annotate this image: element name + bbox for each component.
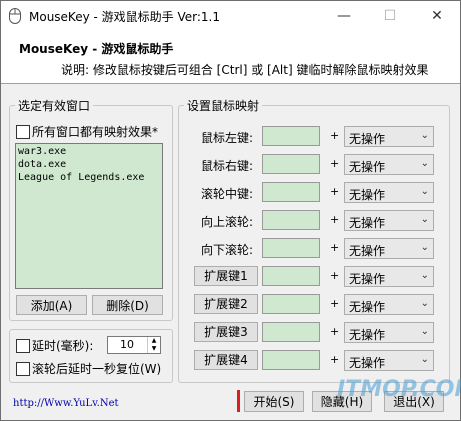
mapping-row-label: 向上滚轮: <box>200 215 254 229</box>
title-bar: MouseKey - 游戏鼠标助手 Ver:1.1 — ☐ ✕ <box>1 1 460 31</box>
plus-sign: + <box>330 213 340 226</box>
mapping-row-label: 向下滚轮: <box>200 243 254 257</box>
action-select[interactable]: 无操作 ⌄ <box>344 182 434 203</box>
plus-sign: + <box>330 325 340 338</box>
key-input-field[interactable] <box>262 182 320 202</box>
mapping-row-label: 鼠标左键: <box>200 131 254 145</box>
chevron-down-icon[interactable]: ⌄ <box>421 298 429 309</box>
key-input-field[interactable] <box>262 126 320 146</box>
action-select-value: 无操作 <box>349 216 386 230</box>
key-input-field[interactable] <box>262 266 320 286</box>
maximize-button[interactable]: ☐ <box>367 1 413 31</box>
plus-sign: + <box>330 241 340 254</box>
spin-down-icon[interactable]: ▼ <box>147 345 160 353</box>
plus-sign: + <box>330 157 340 170</box>
plus-sign: + <box>330 129 340 142</box>
action-select[interactable]: 无操作 ⌄ <box>344 350 434 371</box>
delay-label: 延时(毫秒): <box>32 339 94 353</box>
action-select[interactable]: 无操作 ⌄ <box>344 210 434 231</box>
action-select[interactable]: 无操作 ⌄ <box>344 238 434 259</box>
scroll-reset-checkbox[interactable] <box>16 362 30 376</box>
scroll-reset-label: 滚轮后延时一秒复位(W) <box>32 362 162 376</box>
extension-key-button[interactable]: 扩展键1 <box>194 266 258 286</box>
list-item[interactable]: League of Legends.exe <box>18 171 160 184</box>
close-button[interactable]: ✕ <box>414 1 460 31</box>
delete-button[interactable]: 删除(D) <box>92 295 163 315</box>
chevron-down-icon[interactable]: ⌄ <box>421 242 429 253</box>
chevron-down-icon[interactable]: ⌄ <box>421 130 429 141</box>
window-title: MouseKey - 游戏鼠标助手 Ver:1.1 <box>29 10 220 24</box>
plus-sign: + <box>330 185 340 198</box>
action-select-value: 无操作 <box>349 328 386 342</box>
mouse-icon <box>9 8 21 24</box>
process-list[interactable]: war3.exe dota.exe League of Legends.exe <box>15 143 163 289</box>
chevron-down-icon[interactable]: ⌄ <box>421 214 429 225</box>
delay-checkbox[interactable] <box>16 339 30 353</box>
add-button[interactable]: 添加(A) <box>16 295 87 315</box>
action-select[interactable]: 无操作 ⌄ <box>344 266 434 287</box>
delay-spinner[interactable]: 10 ▲ ▼ <box>107 336 161 354</box>
key-input-field[interactable] <box>262 210 320 230</box>
mapping-row-label: 滚轮中键: <box>200 187 254 201</box>
plus-sign: + <box>330 353 340 366</box>
action-select-value: 无操作 <box>349 300 386 314</box>
chevron-down-icon[interactable]: ⌄ <box>421 158 429 169</box>
main-window: MouseKey - 游戏鼠标助手 Ver:1.1 — ☐ ✕ MouseKey… <box>0 0 461 421</box>
watermark-logo: ITMOP.COM <box>337 377 461 402</box>
plus-sign: + <box>330 269 340 282</box>
delay-value[interactable]: 10 <box>120 338 134 351</box>
extension-key-button[interactable]: 扩展键2 <box>194 294 258 314</box>
all-windows-checkbox[interactable] <box>16 125 30 139</box>
all-windows-label: 所有窗口都有映射效果* <box>32 125 159 139</box>
key-input-field[interactable] <box>262 350 320 370</box>
action-select[interactable]: 无操作 ⌄ <box>344 154 434 175</box>
extension-key-button[interactable]: 扩展键4 <box>194 350 258 370</box>
key-input-field[interactable] <box>262 322 320 342</box>
action-select-value: 无操作 <box>349 272 386 286</box>
start-indicator <box>237 390 240 412</box>
chevron-down-icon[interactable]: ⌄ <box>421 354 429 365</box>
mapping-row-label: 鼠标右键: <box>200 159 254 173</box>
action-select-value: 无操作 <box>349 160 386 174</box>
spin-up-icon[interactable]: ▲ <box>147 337 160 345</box>
chevron-down-icon[interactable]: ⌄ <box>421 186 429 197</box>
mapping-group-title: 设置鼠标映射 <box>184 97 263 114</box>
action-select[interactable]: 无操作 ⌄ <box>344 126 434 147</box>
app-heading: MouseKey - 游戏鼠标助手 <box>19 42 174 56</box>
start-button[interactable]: 开始(S) <box>244 391 304 412</box>
action-select-value: 无操作 <box>349 188 386 202</box>
key-input-field[interactable] <box>262 294 320 314</box>
minimize-button[interactable]: — <box>321 1 367 31</box>
usage-description: 说明: 修改鼠标按键后可组合 [Ctrl] 或 [Alt] 键临时解除鼠标映射效… <box>61 63 429 77</box>
action-select[interactable]: 无操作 ⌄ <box>344 322 434 343</box>
list-item[interactable]: dota.exe <box>18 158 160 171</box>
chevron-down-icon[interactable]: ⌄ <box>421 270 429 281</box>
key-input-field[interactable] <box>262 154 320 174</box>
header-panel: MouseKey - 游戏鼠标助手 说明: 修改鼠标按键后可组合 [Ctrl] … <box>1 31 460 84</box>
action-select-value: 无操作 <box>349 356 386 370</box>
action-select-value: 无操作 <box>349 244 386 258</box>
window-select-group-title: 选定有效窗口 <box>15 97 94 114</box>
action-select[interactable]: 无操作 ⌄ <box>344 294 434 315</box>
plus-sign: + <box>330 297 340 310</box>
chevron-down-icon[interactable]: ⌄ <box>421 326 429 337</box>
action-select-value: 无操作 <box>349 132 386 146</box>
key-input-field[interactable] <box>262 238 320 258</box>
list-item[interactable]: war3.exe <box>18 145 160 158</box>
extension-key-button[interactable]: 扩展键3 <box>194 322 258 342</box>
website-link[interactable]: http://Www.YuLv.Net <box>13 398 119 409</box>
